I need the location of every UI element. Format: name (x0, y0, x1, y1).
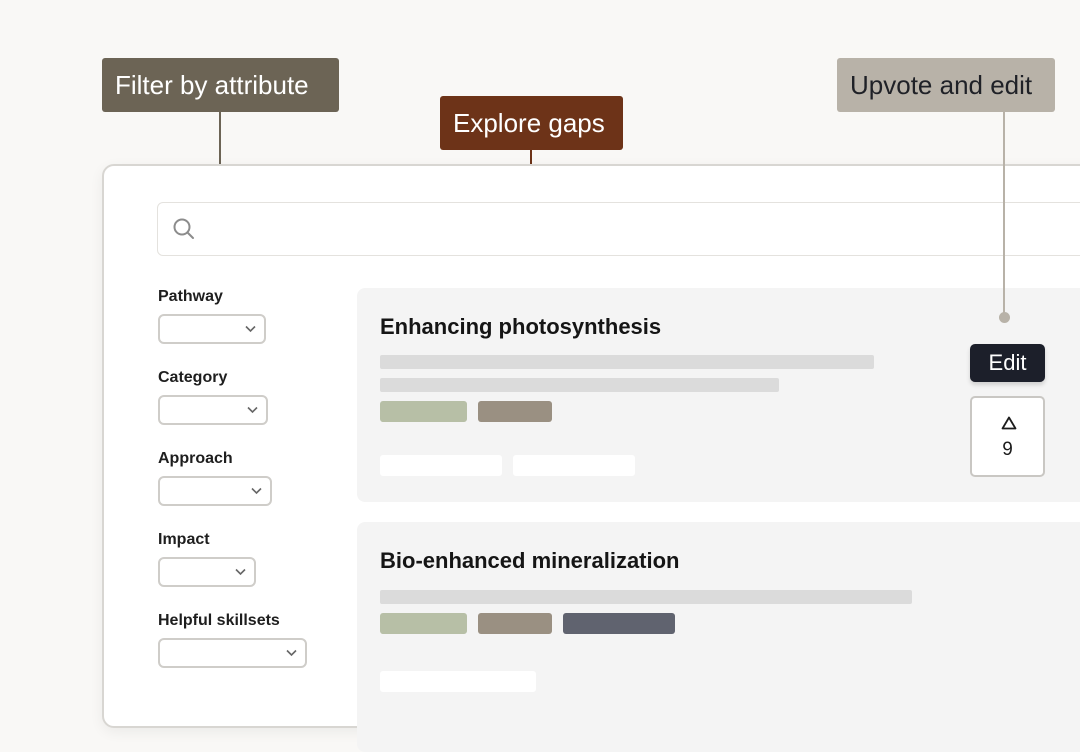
upvote-and-edit-callout: Upvote and edit (837, 58, 1055, 112)
filter-label-approach: Approach (158, 450, 233, 467)
upvote-triangle-icon (1001, 416, 1017, 430)
filter-label-category: Category (158, 369, 228, 386)
tag-chip[interactable] (380, 613, 467, 634)
gap-card-title[interactable]: Bio-enhanced mineralization (380, 548, 680, 574)
chevron-down-icon (251, 487, 262, 495)
description-placeholder-line (380, 355, 874, 369)
app-window: Pathway Category Approach Impact Helpful… (102, 164, 1080, 752)
category-select[interactable] (158, 395, 268, 425)
filter-label-impact: Impact (158, 531, 210, 548)
description-placeholder-line (380, 590, 912, 604)
chevron-down-icon (245, 325, 256, 333)
chevron-down-icon (286, 649, 297, 657)
filter-label-helpful-skillsets: Helpful skillsets (158, 612, 280, 629)
gap-card-title[interactable]: Enhancing photosynthesis (380, 314, 661, 340)
meta-placeholder-pill (513, 455, 635, 476)
meta-placeholder-pill (380, 671, 536, 692)
upvote-callout-connector (1003, 112, 1005, 316)
upvote-button[interactable]: 9 (970, 396, 1045, 477)
impact-select[interactable] (158, 557, 256, 587)
approach-select[interactable] (158, 476, 272, 506)
edit-button[interactable]: Edit (970, 344, 1045, 382)
description-placeholder-line (380, 378, 779, 392)
chevron-down-icon (235, 568, 246, 576)
explore-gaps-callout: Explore gaps (440, 96, 623, 150)
tag-chip[interactable] (380, 401, 467, 422)
tag-chip[interactable] (478, 613, 552, 634)
tag-chip[interactable] (478, 401, 552, 422)
pathway-select[interactable] (158, 314, 266, 344)
filter-label-pathway: Pathway (158, 288, 223, 305)
search-icon (173, 218, 194, 239)
upvote-callout-dot (999, 312, 1010, 323)
search-input[interactable] (157, 202, 1080, 256)
filter-by-attribute-callout: Filter by attribute (102, 58, 339, 112)
tag-chip[interactable] (563, 613, 675, 634)
upvote-count: 9 (1002, 439, 1013, 460)
chevron-down-icon (247, 406, 258, 414)
helpful-skillsets-select[interactable] (158, 638, 307, 668)
meta-placeholder-pill (380, 455, 502, 476)
gap-card[interactable]: Bio-enhanced mineralization (357, 522, 1080, 752)
